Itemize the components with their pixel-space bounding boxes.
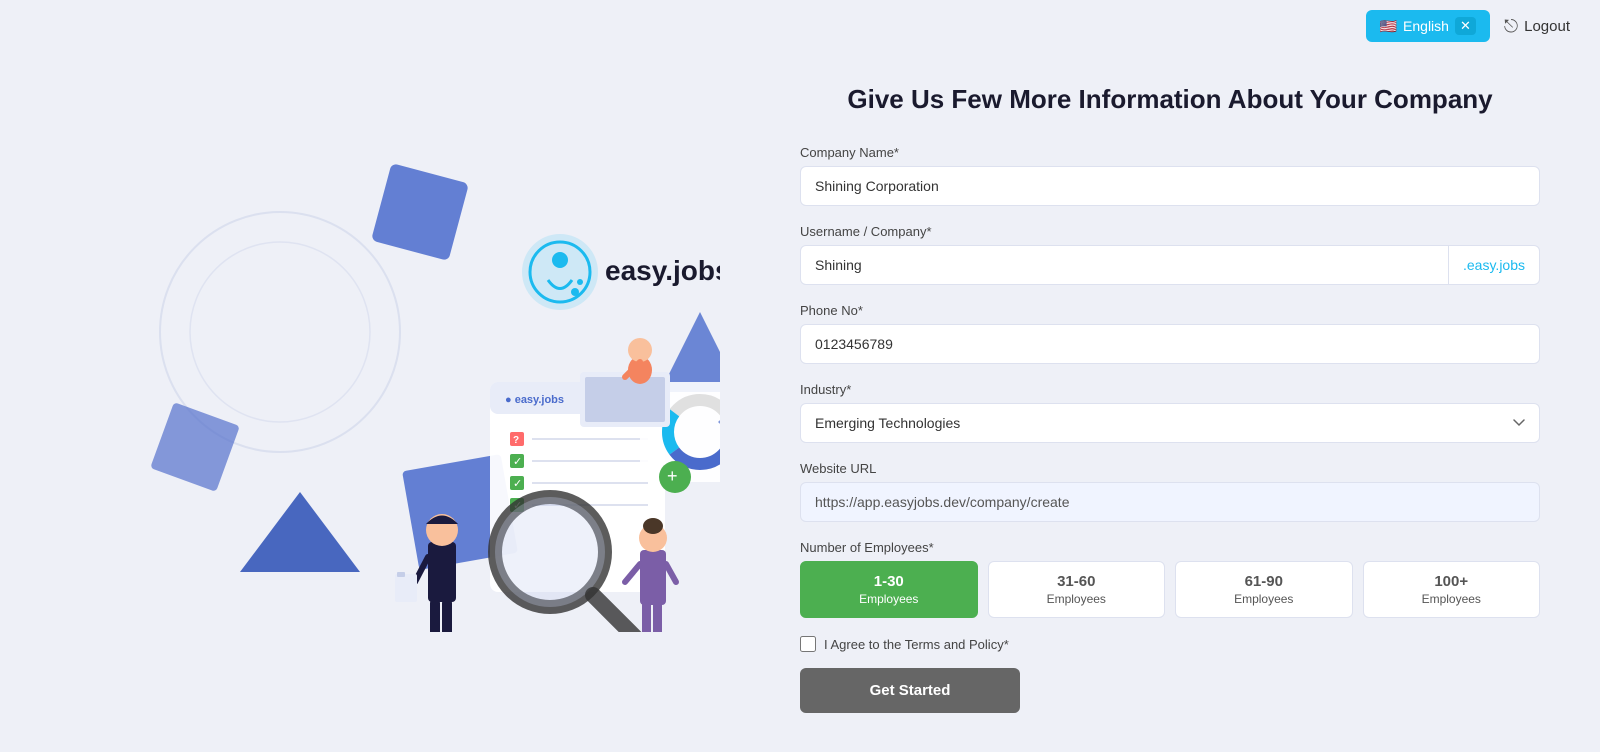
emp-btn-61-90[interactable]: 61-90 Employees [1175, 561, 1353, 618]
emp-label-31-60: Employees [997, 592, 1157, 608]
emp-range-1-30: 1-30 [809, 572, 969, 592]
svg-text:✓: ✓ [513, 478, 522, 490]
terms-checkbox[interactable] [800, 636, 816, 652]
language-label: English [1403, 18, 1449, 34]
logout-button[interactable]: ⎋ Logout [1504, 16, 1570, 37]
industry-label: Industry* [800, 382, 1540, 397]
emp-label-1-30: Employees [809, 592, 969, 608]
svg-text:?: ? [513, 435, 519, 446]
language-button[interactable]: 🇺🇸 English ✕ [1366, 10, 1490, 42]
main-layout: ● easy.jobs ? ✓ ✓ ✓ [0, 52, 1600, 734]
username-suffix: .easy.jobs [1449, 245, 1540, 285]
website-input[interactable] [800, 482, 1540, 522]
terms-label: I Agree to the Terms and Policy* [824, 637, 1009, 652]
illustration-container: ● easy.jobs ? ✓ ✓ ✓ [100, 112, 720, 632]
emp-btn-100plus[interactable]: 100+ Employees [1363, 561, 1541, 618]
emp-btn-1-30[interactable]: 1-30 Employees [800, 561, 978, 618]
industry-group: Industry* Emerging Technologies Informat… [800, 382, 1540, 443]
illustration-svg: ● easy.jobs ? ✓ ✓ ✓ [100, 112, 720, 632]
emp-range-61-90: 61-90 [1184, 572, 1344, 592]
flag-icon: 🇺🇸 [1380, 18, 1397, 35]
form-title: Give Us Few More Information About Your … [800, 82, 1540, 117]
employee-options-row: 1-30 Employees 31-60 Employees 61-90 Emp… [800, 561, 1540, 618]
industry-select[interactable]: Emerging Technologies Information Techno… [800, 403, 1540, 443]
svg-text:+: + [667, 466, 678, 486]
username-input[interactable] [800, 245, 1449, 285]
website-group: Website URL [800, 461, 1540, 522]
form-side: Give Us Few More Information About Your … [800, 72, 1540, 713]
employees-group: Number of Employees* 1-30 Employees 31-6… [800, 540, 1540, 618]
logout-label: Logout [1524, 18, 1570, 35]
language-close-icon[interactable]: ✕ [1455, 17, 1476, 35]
website-label: Website URL [800, 461, 1540, 476]
emp-label-100plus: Employees [1372, 592, 1532, 608]
emp-range-100plus: 100+ [1372, 572, 1532, 592]
employees-label: Number of Employees* [800, 540, 1540, 555]
emp-label-61-90: Employees [1184, 592, 1344, 608]
username-row: .easy.jobs [800, 245, 1540, 285]
logout-icon: ⎋ [1504, 16, 1518, 37]
get-started-button[interactable]: Get Started [800, 668, 1020, 713]
terms-row: I Agree to the Terms and Policy* [800, 636, 1540, 652]
company-name-label: Company Name* [800, 145, 1540, 160]
username-group: Username / Company* .easy.jobs [800, 224, 1540, 285]
topbar: 🇺🇸 English ✕ ⎋ Logout [0, 0, 1600, 52]
username-label: Username / Company* [800, 224, 1540, 239]
svg-text:✓: ✓ [513, 456, 522, 468]
svg-text:● easy.jobs: ● easy.jobs [505, 394, 564, 406]
emp-range-31-60: 31-60 [997, 572, 1157, 592]
illustration-side: ● easy.jobs ? ✓ ✓ ✓ [60, 72, 760, 632]
emp-btn-31-60[interactable]: 31-60 Employees [988, 561, 1166, 618]
svg-text:easy.jobs: easy.jobs [605, 255, 720, 286]
phone-input[interactable] [800, 324, 1540, 364]
phone-label: Phone No* [800, 303, 1540, 318]
phone-group: Phone No* [800, 303, 1540, 364]
company-name-input[interactable] [800, 166, 1540, 206]
company-name-group: Company Name* [800, 145, 1540, 206]
